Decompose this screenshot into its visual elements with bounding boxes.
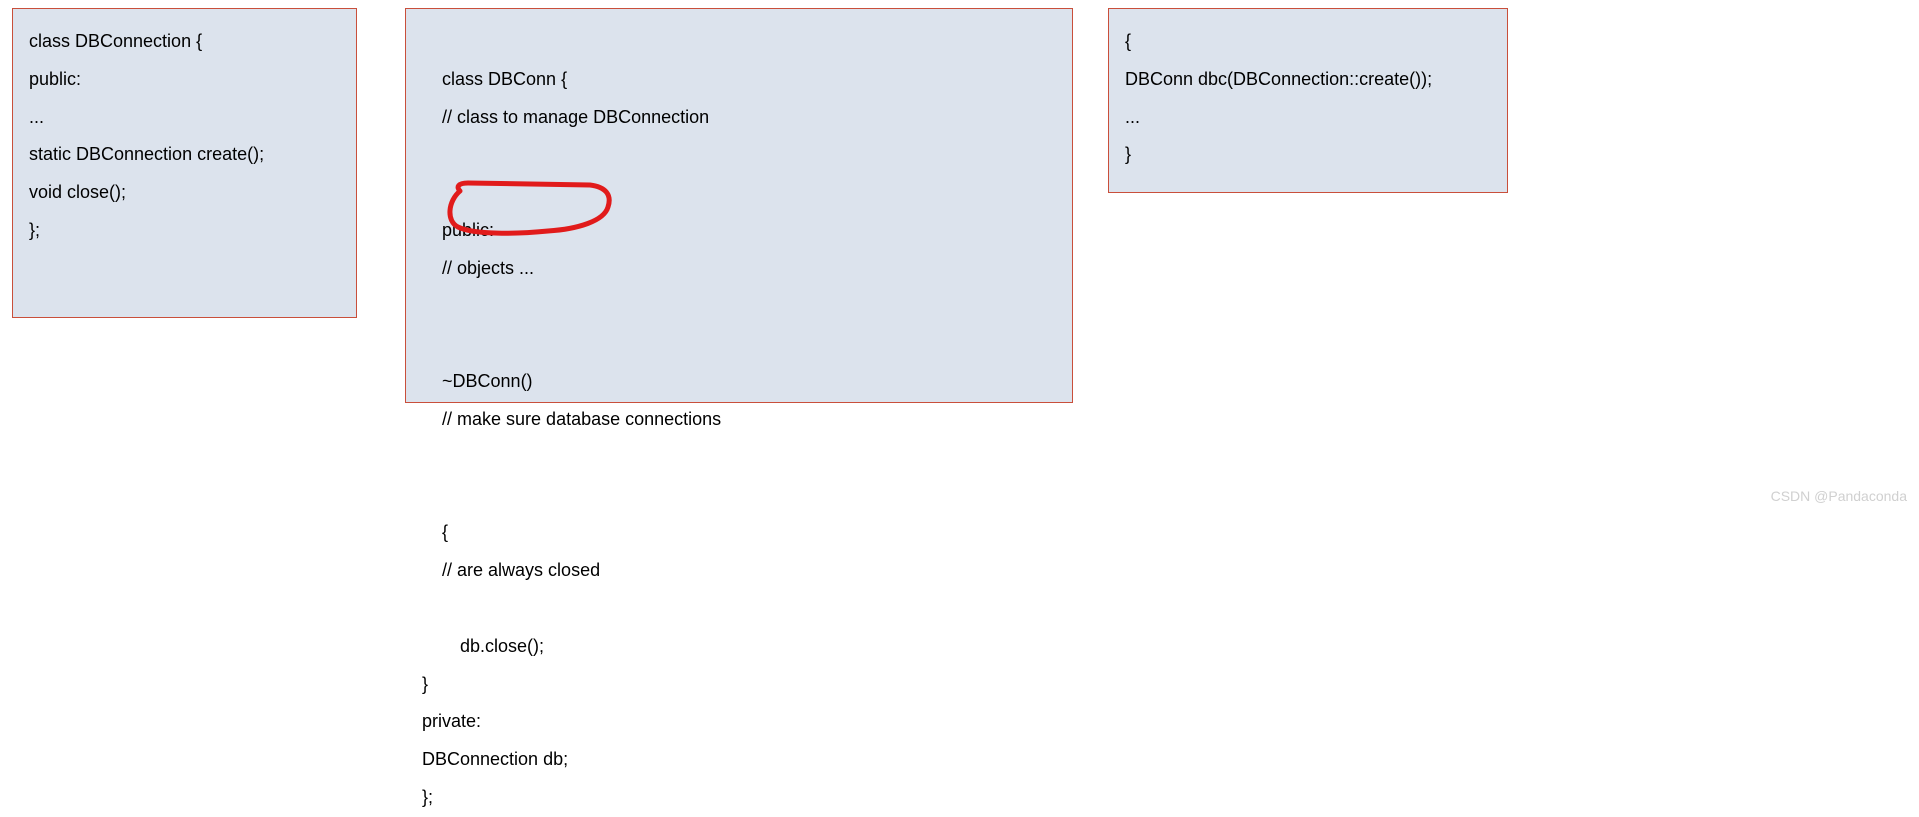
code-fragment: ~DBConn() — [442, 363, 652, 401]
code-line: public: // objects ... — [422, 174, 1058, 325]
code-line: class DBConn { // class to manage DBConn… — [422, 23, 1058, 174]
code-line: DBConn dbc(DBConnection::create()); — [1125, 61, 1493, 99]
code-line-highlighted: db.close(); — [422, 628, 1058, 666]
code-box-1: class DBConnection { public: ... static … — [12, 8, 357, 318]
code-comment: // are always closed — [442, 552, 600, 590]
code-line: ... — [1125, 99, 1493, 137]
code-line: }; — [29, 212, 342, 250]
code-line: void close(); — [29, 174, 342, 212]
code-line: public: — [29, 61, 342, 99]
code-fragment: public: — [442, 212, 652, 250]
code-comment: // make sure database connections — [442, 401, 721, 439]
code-fragment: class DBConn { — [442, 61, 652, 99]
code-line: class DBConnection { — [29, 23, 342, 61]
code-comment: // class to manage DBConnection — [442, 99, 709, 137]
code-line: private: — [422, 703, 1058, 741]
code-line: { — [1125, 23, 1493, 61]
code-line: ... — [29, 99, 342, 137]
code-fragment: { — [442, 514, 652, 552]
code-line: ~DBConn() // make sure database connecti… — [422, 325, 1058, 476]
code-line: } — [422, 666, 1058, 704]
code-line: { // are always closed — [422, 477, 1058, 628]
code-line: DBConnection db; — [422, 741, 1058, 779]
code-line: } — [1125, 136, 1493, 174]
watermark-text: CSDN @Pandaconda — [1771, 488, 1907, 504]
code-box-2: class DBConn { // class to manage DBConn… — [405, 8, 1073, 403]
code-comment: // objects ... — [442, 250, 534, 288]
code-line: }; — [422, 779, 1058, 817]
code-line: static DBConnection create(); — [29, 136, 342, 174]
code-box-3: { DBConn dbc(DBConnection::create()); ..… — [1108, 8, 1508, 193]
